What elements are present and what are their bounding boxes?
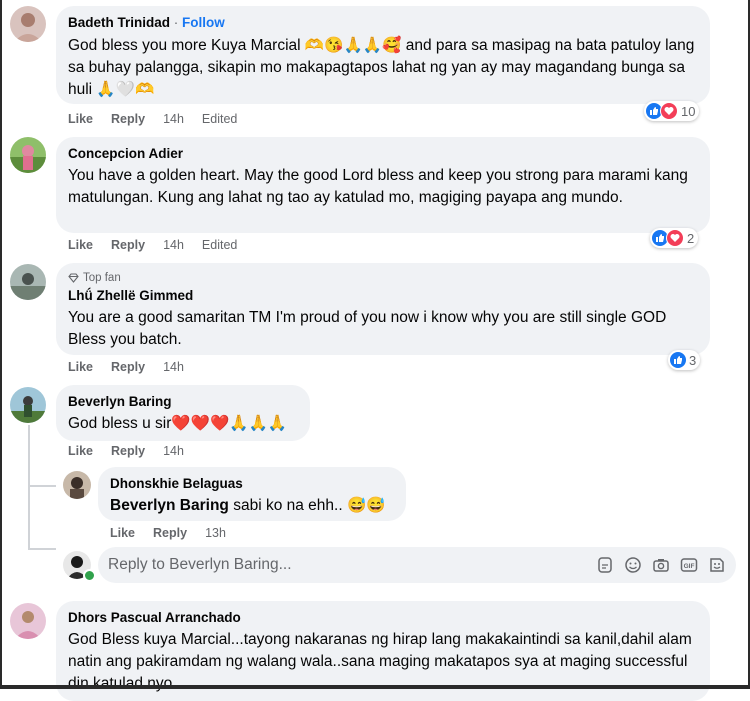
diamond-icon	[68, 273, 79, 283]
reply-button[interactable]: Reply	[111, 444, 145, 458]
like-button[interactable]: Like	[68, 360, 93, 374]
reply-text: Beverlyn Baring sabi ko na ehh.. 😅😅	[110, 495, 394, 517]
comment-author[interactable]: Lhǘ Zhellë Gimmed	[68, 287, 698, 305]
reaction-summary[interactable]: 10	[644, 101, 700, 121]
comment-author[interactable]: Badeth Trinidad	[68, 15, 170, 30]
avatar[interactable]	[10, 137, 46, 173]
timestamp[interactable]: 14h	[163, 238, 184, 252]
reaction-count: 2	[687, 230, 695, 246]
comment-text: You have a golden heart. May the good Lo…	[68, 167, 688, 206]
comment-author[interactable]: Beverlyn Baring	[68, 393, 298, 411]
reaction-count: 10	[681, 103, 696, 119]
mention-link[interactable]: Beverlyn Baring	[110, 497, 229, 514]
avatar[interactable]	[63, 471, 91, 499]
online-status-dot	[83, 569, 96, 582]
reply-button[interactable]: Reply	[111, 112, 145, 126]
edited-label: Edited	[201, 112, 238, 126]
timestamp[interactable]: 14h	[163, 112, 184, 126]
reply-author[interactable]: Dhonskhie Belaguas	[110, 475, 394, 493]
timestamp[interactable]: 14h	[163, 360, 184, 374]
avatar[interactable]	[10, 264, 46, 300]
camera-icon[interactable]	[652, 556, 670, 574]
love-reaction-icon	[666, 229, 684, 247]
separator: ·	[170, 15, 183, 30]
comment-author[interactable]: Concepcion Adier	[68, 145, 698, 163]
window-border-left	[0, 0, 2, 689]
thread-line	[28, 548, 56, 550]
composer-tools: GIF	[596, 556, 726, 574]
reaction-summary[interactable]: 2	[650, 228, 699, 248]
like-button[interactable]: Like	[110, 526, 135, 540]
like-button[interactable]: Like	[68, 112, 93, 126]
avatar[interactable]	[10, 603, 46, 639]
reply-input[interactable]: Reply to Beverlyn Baring... GIF	[98, 547, 736, 583]
timestamp[interactable]: 13h	[205, 526, 226, 540]
reply-placeholder: Reply to Beverlyn Baring...	[108, 556, 292, 573]
like-button[interactable]: Like	[68, 238, 93, 252]
reply-actions: Like Reply 13h	[110, 526, 226, 540]
comment-bubble: Badeth Trinidad · Follow God bless you m…	[56, 6, 710, 104]
reply-button[interactable]: Reply	[153, 526, 187, 540]
reply-body: sabi ko na ehh.. 😅😅	[228, 497, 386, 514]
avatar[interactable]	[10, 387, 46, 423]
like-button[interactable]: Like	[68, 444, 93, 458]
comment-text: God bless u sir❤️❤️❤️🙏🙏🙏	[68, 415, 288, 432]
top-fan-badge: Top fan	[68, 271, 698, 285]
comment-text: God bless you more Kuya Marcial 🫶😘🙏🙏🥰 an…	[68, 37, 695, 98]
follow-button[interactable]: Follow	[182, 15, 225, 30]
like-reaction-icon	[670, 352, 686, 368]
thread-line	[28, 425, 30, 549]
sticker-icon[interactable]	[596, 556, 614, 574]
comment-text: You are a good samaritan TM I'm proud of…	[68, 309, 667, 348]
reply-button[interactable]: Reply	[111, 238, 145, 252]
comment-author[interactable]: Dhors Pascual Arranchado	[68, 609, 698, 627]
reaction-summary[interactable]: 3	[668, 350, 701, 370]
comment-actions: Like Reply 14h	[68, 444, 184, 458]
timestamp[interactable]: 14h	[163, 444, 184, 458]
comment-actions: Like Reply 14h	[68, 360, 184, 374]
gif-icon[interactable]: GIF	[680, 556, 698, 574]
comment-bubble: Concepcion Adier You have a golden heart…	[56, 137, 710, 233]
comment-bubble: Beverlyn Baring God bless u sir❤️❤️❤️🙏🙏🙏	[56, 385, 310, 441]
edited-label: Edited	[201, 238, 238, 252]
comment-actions: Like Reply 14h Edited	[68, 112, 237, 126]
comment-bubble: Top fan Lhǘ Zhellë Gimmed You are a good…	[56, 263, 710, 355]
avatar-sticker-icon[interactable]	[708, 556, 726, 574]
comment-actions: Like Reply 14h Edited	[68, 238, 237, 252]
reply-button[interactable]: Reply	[111, 360, 145, 374]
reply-bubble: Dhonskhie Belaguas Beverlyn Baring sabi …	[98, 467, 406, 521]
top-fan-label: Top fan	[83, 272, 121, 284]
svg-text:GIF: GIF	[684, 563, 695, 570]
reaction-count: 3	[689, 352, 697, 368]
love-reaction-icon	[660, 102, 678, 120]
thread-line	[28, 485, 56, 487]
window-border-bottom	[0, 685, 750, 689]
emoji-icon[interactable]	[624, 556, 642, 574]
avatar[interactable]	[10, 6, 46, 42]
